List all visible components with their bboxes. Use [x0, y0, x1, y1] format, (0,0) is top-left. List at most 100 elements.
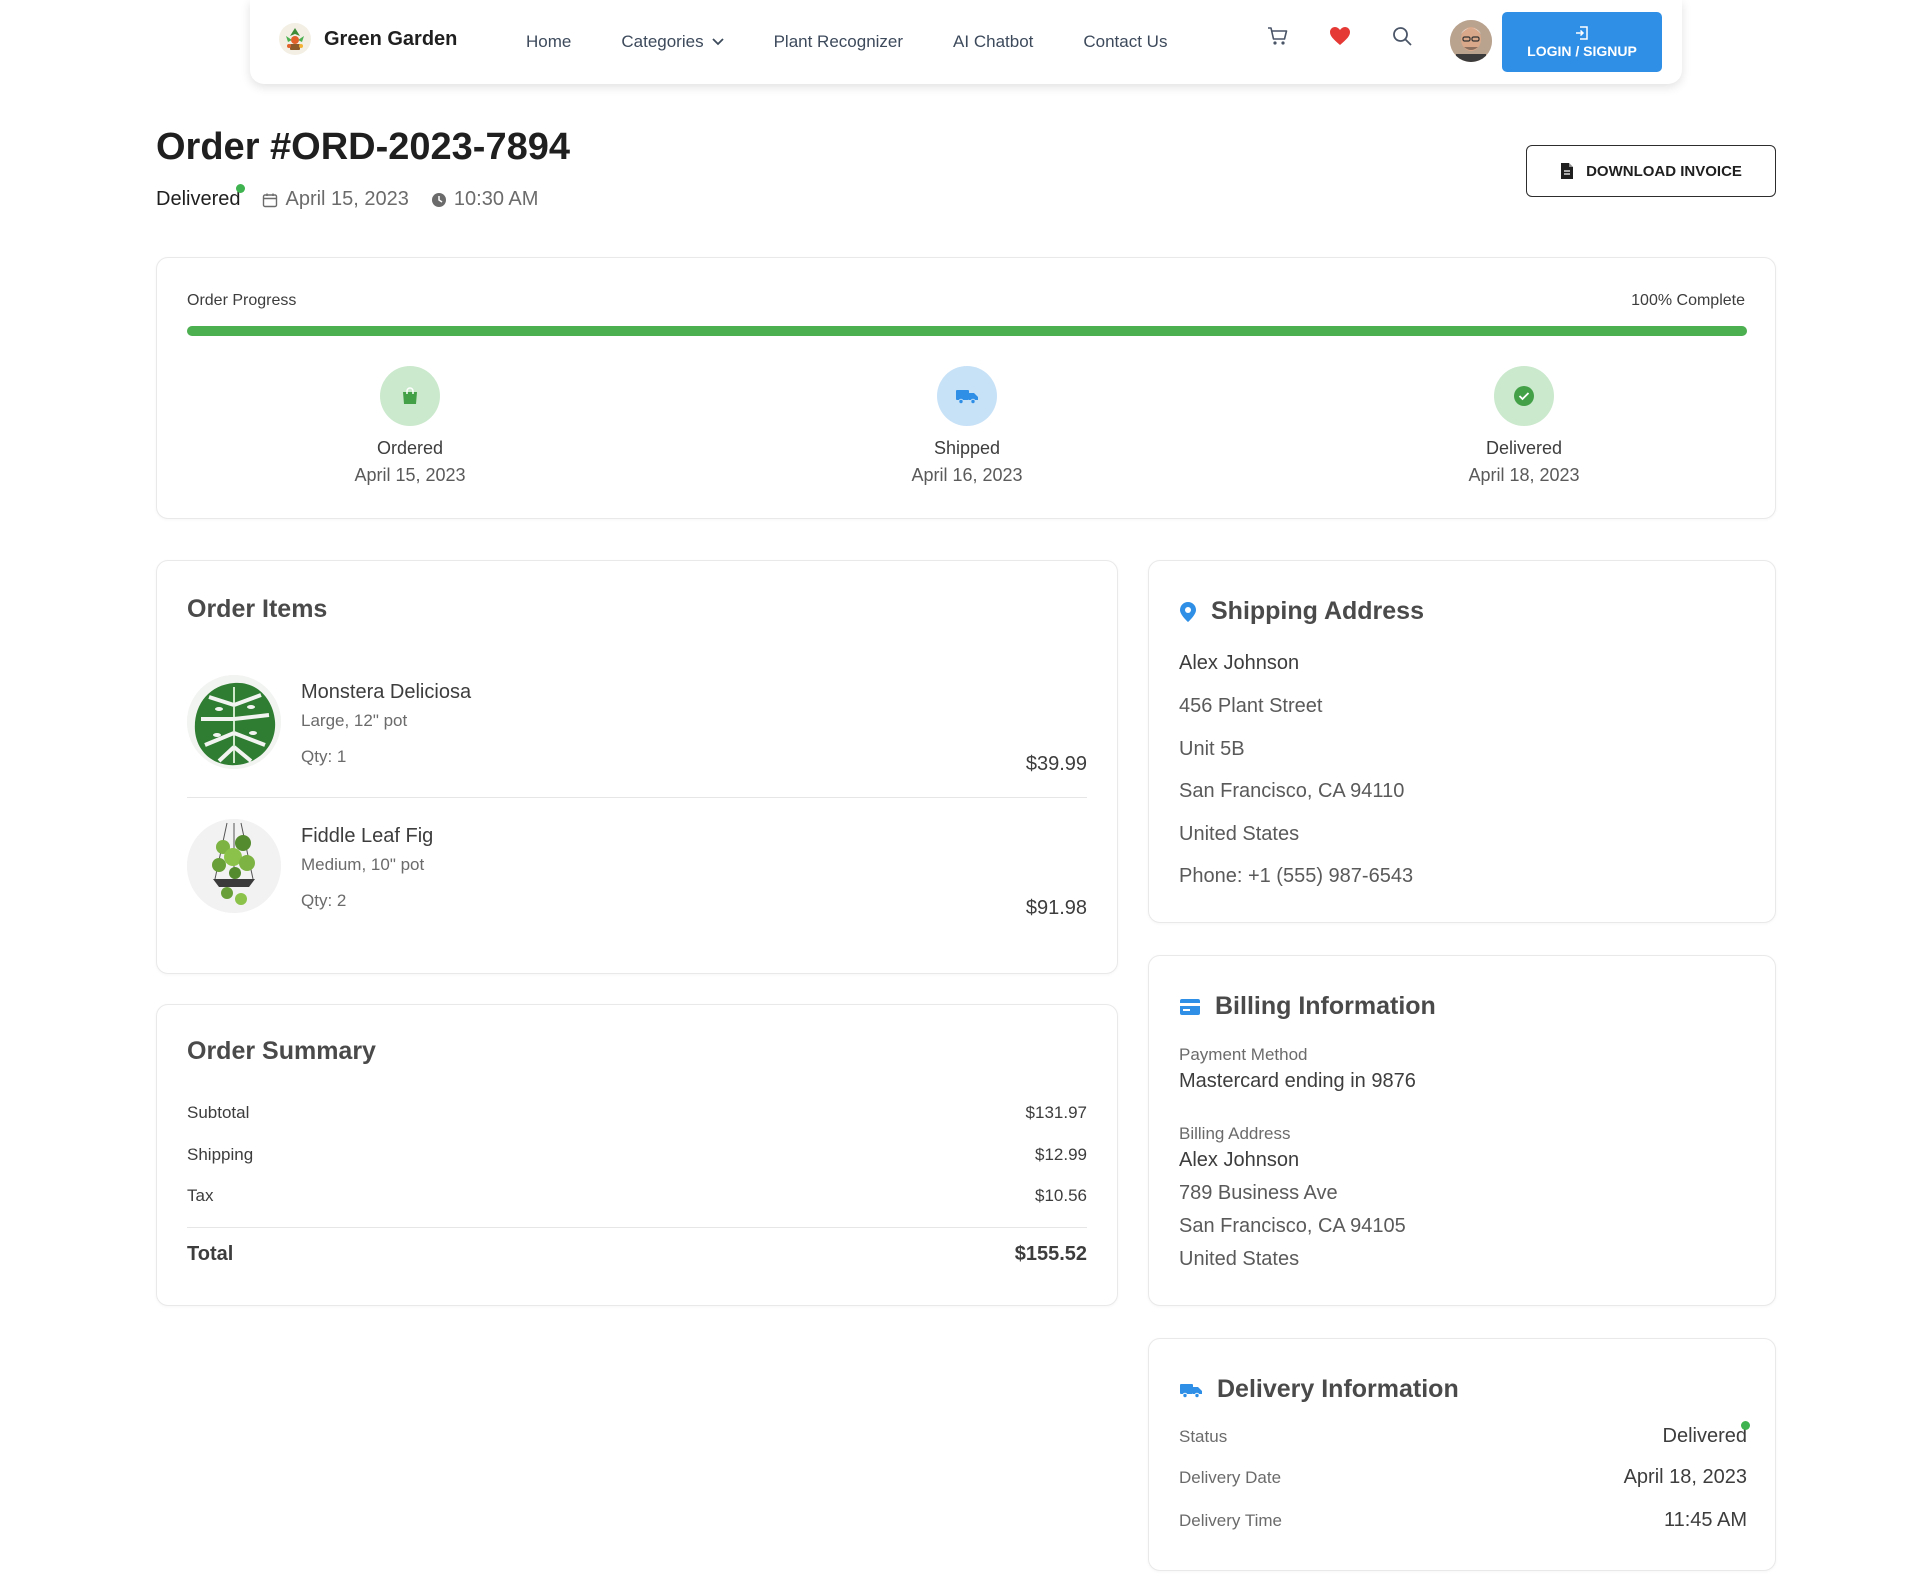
delivery-date-value: April 18, 2023: [1623, 1466, 1747, 1488]
login-signup-label: LOGIN / SIGNUP: [1527, 43, 1637, 59]
shipping-address-header: Shipping Address: [1179, 597, 1424, 626]
nav-links: Home Categories Plant Recognizer AI Chat…: [526, 0, 1217, 84]
login-signup-button[interactable]: LOGIN / SIGNUP: [1502, 12, 1662, 72]
total-label: Total: [187, 1243, 234, 1265]
progress-bar: [187, 326, 1747, 336]
shipping-row: Shipping $12.99: [187, 1145, 1087, 1165]
delivery-date-row: Delivery Date April 18, 2023: [1179, 1466, 1747, 1489]
nav-link-ai-chatbot[interactable]: AI Chatbot: [953, 32, 1033, 52]
list-item[interactable]: Fiddle Leaf Fig Medium, 10" pot Qty: 2 $…: [187, 819, 1087, 919]
truck-icon: [1180, 1383, 1202, 1398]
delivery-status-value: Delivered: [1662, 1425, 1747, 1447]
delivery-date-label: Delivery Date: [1179, 1467, 1282, 1487]
billing-name: Alex Johnson: [1179, 1149, 1300, 1171]
total-value: $155.52: [1014, 1243, 1087, 1265]
status-dot-icon: [1741, 1421, 1750, 1430]
clock-icon: [431, 192, 446, 207]
heart-icon[interactable]: [1328, 24, 1352, 48]
item-variant: Medium, 10" pot: [301, 855, 425, 874]
delivery-time-value: 11:45 AM: [1663, 1509, 1747, 1531]
billing-header: Billing Information: [1179, 992, 1436, 1021]
shipping-label: Shipping: [187, 1145, 254, 1164]
progress-label: Order Progress: [187, 292, 297, 309]
nav-link-categories[interactable]: Categories: [621, 32, 724, 52]
step-delivered-name: Delivered: [1485, 438, 1563, 458]
billing-country: United States: [1179, 1248, 1300, 1270]
calendar-icon: [263, 193, 278, 207]
order-title: Order #ORD-2023-7894: [156, 126, 570, 168]
monstera-image: [187, 675, 281, 769]
item-quantity: Qty: 2: [301, 891, 347, 910]
subtotal-label: Subtotal: [187, 1103, 250, 1122]
shipping-street: 456 Plant Street: [1179, 695, 1323, 717]
location-pin-icon: [1180, 601, 1196, 622]
order-summary-title: Order Summary: [187, 1037, 376, 1065]
order-items-title: Order Items: [187, 595, 328, 623]
progress-bar-fill: [187, 326, 1747, 336]
billing-address-label: Billing Address: [1179, 1124, 1291, 1143]
item-price: $91.98: [1025, 897, 1087, 919]
search-icon[interactable]: [1390, 24, 1414, 48]
step-ordered-name: Ordered: [376, 438, 444, 458]
check-circle-icon: [1494, 366, 1554, 426]
tax-row: Tax $10.56: [187, 1186, 1087, 1206]
subtotal-value: $131.97: [1025, 1103, 1087, 1122]
list-item[interactable]: Monstera Deliciosa Large, 12" pot Qty: 1…: [187, 675, 1087, 775]
order-status: Delivered: [156, 184, 246, 211]
fiddle-leaf-fig-image: [187, 819, 281, 913]
delivery-time-label: Delivery Time: [1179, 1510, 1282, 1530]
order-time: 10:30 AM: [431, 188, 538, 211]
item-name: Monstera Deliciosa: [301, 681, 472, 703]
shipping-address-title: Shipping Address: [1211, 597, 1424, 625]
order-items-card: Order Items Monstera Deliciosa Large, 12…: [156, 560, 1118, 974]
shipping-value: $12.99: [1035, 1145, 1087, 1164]
shipping-address-card: Shipping Address Alex Johnson 456 Plant …: [1148, 560, 1776, 923]
document-icon: [1561, 163, 1574, 179]
payment-method-value: Mastercard ending in 9876: [1179, 1070, 1416, 1092]
shipping-city: San Francisco, CA 94110: [1179, 780, 1405, 802]
order-status-label: Delivered: [156, 188, 241, 210]
nav-link-contact-us[interactable]: Contact Us: [1083, 32, 1167, 52]
nav-link-home[interactable]: Home: [526, 32, 571, 52]
nav-link-plant-recognizer[interactable]: Plant Recognizer: [774, 32, 903, 52]
item-name: Fiddle Leaf Fig: [301, 825, 434, 847]
download-invoice-button[interactable]: DOWNLOAD INVOICE: [1526, 145, 1776, 197]
total-row: Total $155.52: [187, 1243, 1087, 1266]
item-price: $39.99: [1025, 753, 1087, 775]
step-ordered: Ordered April 15, 2023: [280, 366, 540, 486]
shipping-unit: Unit 5B: [1179, 738, 1245, 760]
step-ordered-date: April 15, 2023: [354, 465, 466, 485]
user-avatar[interactable]: [1450, 20, 1492, 62]
order-date-text: April 15, 2023: [285, 188, 409, 210]
order-progress-card: Order Progress 100% Complete Ordered Apr…: [156, 257, 1776, 519]
login-icon: [1576, 26, 1588, 40]
nav-link-categories-label: Categories: [621, 32, 704, 51]
billing-information-card: Billing Information Payment Method Maste…: [1148, 955, 1776, 1306]
tax-label: Tax: [187, 1186, 214, 1205]
step-shipped: Shipped April 16, 2023: [837, 366, 1097, 486]
item-quantity: Qty: 1: [301, 747, 347, 766]
credit-card-icon: [1180, 998, 1200, 1015]
subtotal-row: Subtotal $131.97: [187, 1103, 1087, 1123]
order-date: April 15, 2023: [262, 188, 409, 211]
step-shipped-name: Shipped: [933, 438, 1001, 458]
payment-method-label: Payment Method: [1179, 1045, 1308, 1064]
delivery-header: Delivery Information: [1179, 1375, 1459, 1404]
delivery-title: Delivery Information: [1217, 1375, 1459, 1403]
chevron-down-icon: [711, 38, 724, 46]
shopping-bag-icon: [380, 366, 440, 426]
delivery-time-row: Delivery Time 11:45 AM: [1179, 1509, 1747, 1532]
cart-icon[interactable]: [1266, 24, 1290, 48]
status-dot-icon: [236, 184, 246, 193]
delivery-information-card: Delivery Information Status Delivered De…: [1148, 1338, 1776, 1571]
step-shipped-date: April 16, 2023: [911, 465, 1023, 485]
billing-street: 789 Business Ave: [1179, 1182, 1338, 1204]
order-meta: Delivered April 15, 2023 10:30 AM: [156, 184, 560, 211]
item-variant: Large, 12" pot: [301, 711, 408, 730]
billing-city: San Francisco, CA 94105: [1179, 1215, 1406, 1237]
brand[interactable]: Green Garden: [278, 22, 457, 56]
order-summary-card: Order Summary Subtotal $131.97 Shipping …: [156, 1004, 1118, 1306]
shipping-country: United States: [1179, 823, 1300, 845]
shipping-name: Alex Johnson: [1179, 652, 1300, 674]
billing-title: Billing Information: [1215, 992, 1436, 1020]
